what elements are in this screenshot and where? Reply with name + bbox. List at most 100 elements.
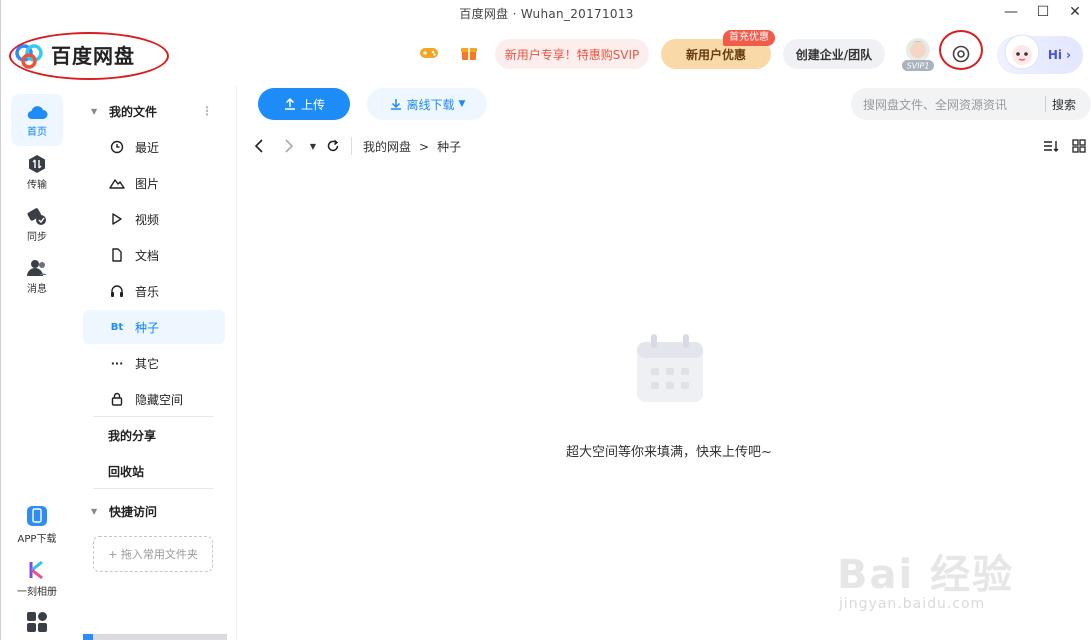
empty-calendar-icon xyxy=(637,334,703,402)
rail-label-album: 一刻相册 xyxy=(17,586,57,598)
tree-label-images: 图片 xyxy=(135,176,160,191)
close-icon[interactable]: ✕ xyxy=(1066,3,1084,21)
path-navbar: ▼ 我的网盘 > 种子 xyxy=(237,126,1091,166)
upload-icon xyxy=(284,97,295,110)
hi-label: Hi xyxy=(1047,48,1063,62)
rail-item-transfer[interactable]: 传输 xyxy=(11,146,63,198)
minimize-icon[interactable]: — xyxy=(1002,3,1020,21)
offline-download-label: 离线下载 xyxy=(406,97,455,112)
rail-label-home: 首页 xyxy=(27,126,47,138)
search-divider xyxy=(1045,96,1046,112)
rail-item-home[interactable]: 首页 xyxy=(11,94,63,146)
caret-down-icon: ▼ xyxy=(91,106,98,116)
maximize-icon[interactable]: ☐ xyxy=(1034,3,1052,21)
more-vertical-icon[interactable]: ⋮ xyxy=(201,104,213,118)
sync-icon xyxy=(27,207,46,225)
tree-item-videos[interactable]: 视频 xyxy=(83,202,225,236)
breadcrumb-current: 种子 xyxy=(437,140,462,154)
tree-item-images[interactable]: 图片 xyxy=(83,166,225,200)
transfer-icon xyxy=(29,154,45,173)
more-icon: ··· xyxy=(110,356,124,370)
tree-label-recent: 最近 xyxy=(135,140,160,155)
search-box[interactable]: 搜网盘文件、全网资源资讯 搜索 xyxy=(851,88,1091,120)
search-input[interactable]: 搜网盘文件、全网资源资讯 xyxy=(863,96,1045,113)
user-avatar[interactable]: SVIP1 xyxy=(898,36,938,72)
download-icon xyxy=(390,99,401,110)
rail-item-apps[interactable] xyxy=(11,606,63,640)
document-icon xyxy=(107,248,127,262)
rail-item-sync[interactable]: 同步 xyxy=(11,198,63,250)
search-button[interactable]: 搜索 xyxy=(1052,96,1076,113)
my-share-label: 我的分享 xyxy=(108,428,157,443)
grid-view-icon[interactable] xyxy=(1069,136,1089,156)
tree-item-others[interactable]: ··· 其它 xyxy=(83,346,225,380)
apps-grid-icon xyxy=(27,612,47,632)
caret-down-icon: ▼ xyxy=(458,99,466,109)
sidebar-scrollbar[interactable] xyxy=(83,634,227,640)
svip-promo-button[interactable]: 新用户专享！特惠购SVIP xyxy=(495,39,649,69)
tree-item-my-share[interactable]: 我的分享 xyxy=(83,418,225,452)
bt-icon: Bt xyxy=(110,321,124,333)
main-toolbar: 上传 离线下载 ▼ 搜网盘文件、全网资源资讯 搜索 xyxy=(237,86,1091,126)
history-dropdown-icon[interactable]: ▼ xyxy=(303,136,323,156)
offline-download-button[interactable]: 离线下载 ▼ xyxy=(367,88,487,120)
tree-item-hidden-space[interactable]: 隐藏空间 xyxy=(83,382,225,416)
tree-item-recent[interactable]: 最近 xyxy=(83,130,225,164)
window-controls: — ☐ ✕ xyxy=(1002,3,1084,21)
headphones-icon xyxy=(107,284,127,298)
tree-group-my-files[interactable]: ▼ 我的文件 ⋮ xyxy=(83,94,225,128)
assistant-avatar-icon xyxy=(1004,34,1040,70)
rail-item-app-download[interactable]: APP下载 xyxy=(11,498,63,550)
tree-item-torrents[interactable]: Bt 种子 xyxy=(83,310,225,344)
rail-label-sync: 同步 xyxy=(27,231,47,243)
title-bar: 百度网盘 · Wuhan_20171013 — ☐ ✕ xyxy=(1,0,1091,26)
forward-arrow-icon[interactable] xyxy=(279,136,299,156)
breadcrumb-root[interactable]: 我的网盘 xyxy=(363,138,411,155)
clock-icon xyxy=(107,140,127,154)
rail-item-album[interactable]: 一刻相册 xyxy=(11,552,63,604)
quick-access-dropzone[interactable]: + 拖入常用文件夹 xyxy=(93,536,213,572)
divider xyxy=(351,137,352,155)
assistant-hi-button[interactable]: Hi › xyxy=(997,34,1083,74)
upload-button[interactable]: 上传 xyxy=(258,88,350,120)
rail-label-messages: 消息 xyxy=(27,283,47,295)
left-rail: 首页 传输 同步 消息 APP下载 一刻相册 xyxy=(1,86,73,640)
watermark-url: jingyan.baidu.com xyxy=(839,596,986,612)
rail-label-app-download: APP下载 xyxy=(17,533,57,545)
sort-icon[interactable] xyxy=(1041,136,1061,156)
tree-item-documents[interactable]: 文档 xyxy=(83,238,225,272)
app-window: 百度网盘 · Wuhan_20171013 — ☐ ✕ 百度网盘 新用户专享！特… xyxy=(0,0,1091,640)
create-team-button[interactable]: 创建企业/团队 xyxy=(783,39,885,69)
contacts-icon xyxy=(27,259,47,276)
tree-label-torrents: 种子 xyxy=(135,320,160,335)
app-logo[interactable]: 百度网盘 xyxy=(13,40,135,69)
logo-text: 百度网盘 xyxy=(51,44,135,68)
baidu-netdisk-logo-icon xyxy=(15,43,43,69)
play-icon xyxy=(107,212,127,226)
rail-item-messages[interactable]: 消息 xyxy=(11,250,63,302)
album-icon xyxy=(29,560,43,579)
tree-label-others: 其它 xyxy=(135,356,160,371)
tree-label-videos: 视频 xyxy=(135,212,160,227)
tree-group-quick-access[interactable]: ▼ 快捷访问 xyxy=(83,494,225,528)
scrollbar-thumb[interactable] xyxy=(83,634,93,640)
game-icon[interactable] xyxy=(418,42,440,64)
watermark-brand: Bai 经验 xyxy=(837,552,1015,598)
breadcrumb-separator: > xyxy=(419,139,430,154)
svip-level-tag: SVIP1 xyxy=(907,62,930,71)
back-arrow-icon[interactable] xyxy=(249,136,269,156)
tree-item-music[interactable]: 音乐 xyxy=(83,274,225,308)
watermark: Bai 经验 jingyan.baidu.com xyxy=(833,520,1083,620)
refresh-icon[interactable] xyxy=(323,136,343,156)
rail-label-transfer: 传输 xyxy=(27,179,47,191)
recycle-bin-label: 回收站 xyxy=(108,464,145,479)
tree-item-recycle-bin[interactable]: 回收站 xyxy=(83,454,225,488)
tree-label-music: 音乐 xyxy=(135,284,160,299)
upload-label: 上传 xyxy=(300,97,325,112)
mountain-icon xyxy=(107,176,127,190)
my-files-label: 我的文件 xyxy=(109,104,158,119)
tree-label-hidden-space: 隐藏空间 xyxy=(135,392,184,407)
gift-icon[interactable] xyxy=(458,42,480,64)
phone-icon xyxy=(27,505,47,526)
settings-gear-icon[interactable] xyxy=(949,42,973,66)
